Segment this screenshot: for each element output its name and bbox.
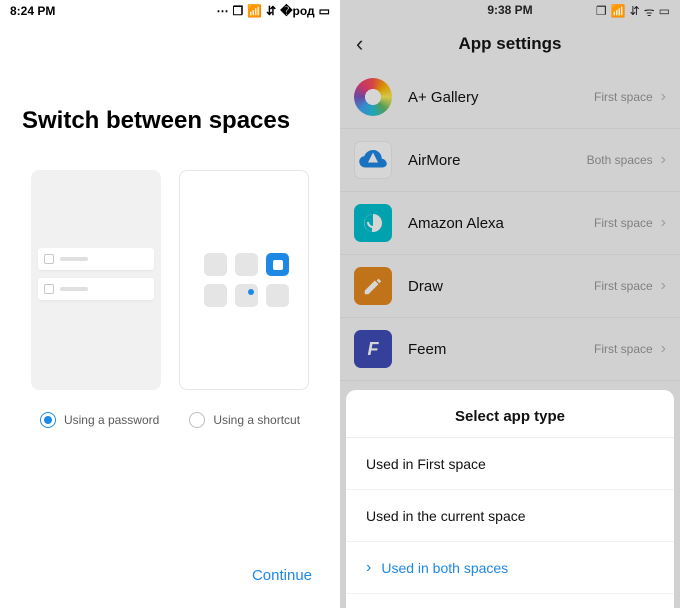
option-label: Used in both spaces (381, 560, 508, 576)
select-app-type-sheet: Select app type Used in First space Used… (346, 390, 674, 608)
screen-switch-spaces: 8:24 PM ⋯ ❐ 📶 ⇵ �род ▭ Switch between sp… (0, 0, 340, 608)
window-icon: ❐ (596, 4, 607, 18)
lock-row (38, 248, 154, 270)
sheet-title: Select app type (346, 394, 674, 438)
battery-icon: ▭ (659, 4, 670, 18)
chevron-right-icon: › (366, 559, 371, 577)
header: ‹ App settings (340, 22, 680, 66)
signal-icon: 📶 (611, 4, 626, 18)
sheet-option-current[interactable]: Used in the current space (346, 490, 674, 542)
radio-icon (40, 412, 56, 428)
sheet-option-first[interactable]: Used in First space (346, 438, 674, 490)
option-label: Used in First space (366, 456, 486, 472)
radio-icon (189, 412, 205, 428)
page-title: Switch between spaces (0, 22, 340, 165)
lock-row (38, 278, 154, 300)
header-title: App settings (459, 34, 562, 54)
status-bar: ❐ 📶 ⇵ ᯤ ▭ (340, 0, 680, 22)
status-bar: 8:24 PM ⋯ ❐ 📶 ⇵ �род ▭ (0, 0, 340, 22)
indicator-dot (248, 289, 254, 295)
radio-label: Using a password (64, 413, 159, 427)
wifi-icon: �род (280, 4, 314, 18)
window-icon: ❐ (232, 4, 243, 18)
screen-app-settings: 9:38 PM ❐ 📶 ⇵ ᯤ ▭ ‹ App settings A+ Gall… (340, 0, 680, 608)
continue-button[interactable]: Continue (252, 567, 312, 584)
option-label: Used in the current space (366, 508, 526, 524)
more-icon: ⋯ (216, 4, 228, 18)
status-icons: ⋯ ❐ 📶 ⇵ �род ▭ (216, 4, 330, 18)
radio-label: Using a shortcut (213, 413, 300, 427)
method-cards (0, 170, 340, 390)
battery-icon: ▭ (319, 4, 330, 18)
data-icon: ⇵ (266, 4, 276, 18)
signal-icon: 📶 (247, 4, 262, 18)
sheet-option-both[interactable]: › Used in both spaces (346, 542, 674, 594)
status-time: 8:24 PM (10, 4, 55, 18)
shortcut-card[interactable] (179, 170, 309, 390)
status-icons: ❐ 📶 ⇵ ᯤ ▭ (596, 3, 670, 20)
wifi-icon: ᯤ (644, 3, 655, 20)
radio-password[interactable]: Using a password (40, 412, 159, 428)
password-card[interactable] (31, 170, 161, 390)
data-icon: ⇵ (630, 4, 640, 18)
back-icon[interactable]: ‹ (356, 31, 363, 57)
radio-shortcut[interactable]: Using a shortcut (189, 412, 300, 428)
home-grid (204, 253, 289, 307)
radio-group: Using a password Using a shortcut (0, 412, 340, 428)
